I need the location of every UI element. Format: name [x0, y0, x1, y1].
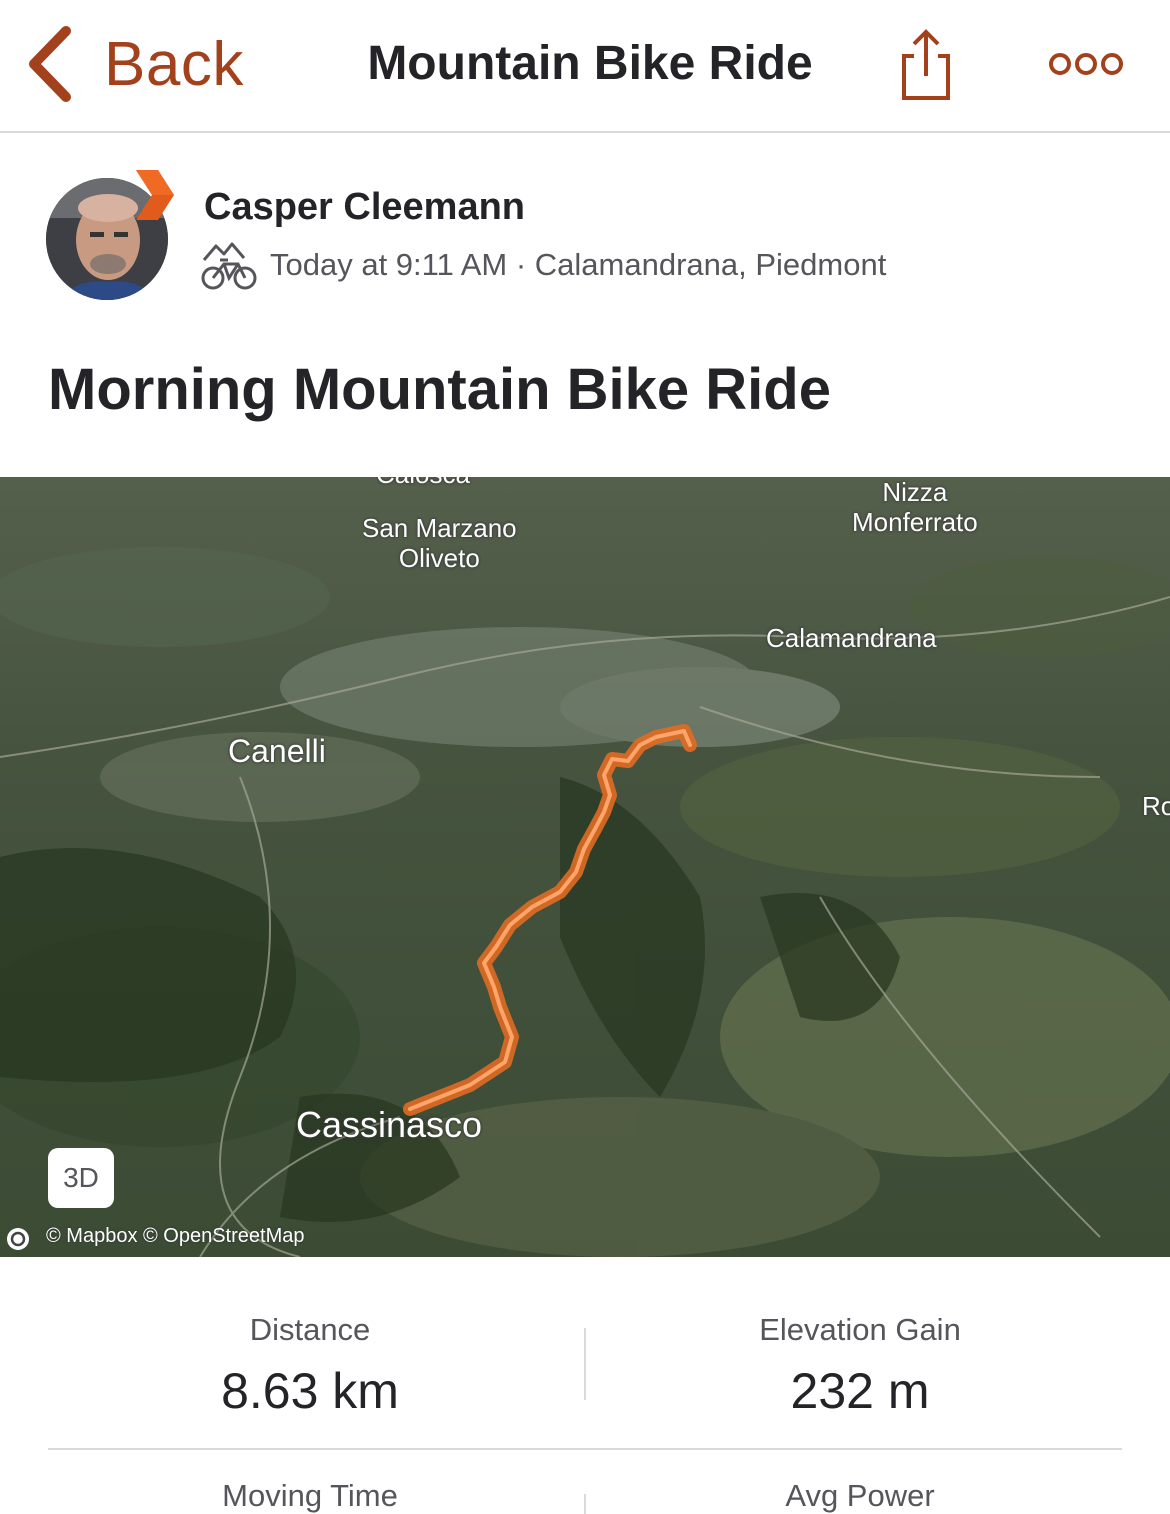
back-label: Back — [104, 29, 244, 99]
stat-label-distance: Distance — [249, 1312, 371, 1347]
map-label-edge: Ro — [1142, 791, 1170, 821]
nav-bar: Back Mountain Bike Ride — [0, 0, 1170, 133]
chevron-left-icon — [29, 26, 71, 102]
mountain-bike-icon — [201, 242, 257, 290]
stat-value-distance: 8.63 km — [221, 1363, 399, 1419]
stat-divider — [584, 1328, 586, 1400]
map-label-calosso: Calosca — [376, 477, 470, 489]
satellite-terrain — [0, 477, 1170, 1257]
activity-title: Morning Mountain Bike Ride — [48, 357, 831, 422]
stat-value-elevation: 232 m — [790, 1363, 930, 1419]
stat-label-moving-time: Moving Time — [222, 1478, 398, 1513]
back-button[interactable]: Back — [24, 22, 244, 106]
stat-label-avg-power: Avg Power — [785, 1478, 935, 1513]
3d-toggle-button[interactable]: 3D — [48, 1148, 114, 1208]
share-icon[interactable] — [894, 26, 958, 104]
activity-meta: Today at 9:11 AM · Calamandrana, Piedmon… — [270, 247, 887, 282]
athlete-name[interactable]: Casper Cleemann — [204, 186, 525, 229]
map-label-nizza: Nizza Monferrato — [852, 477, 978, 537]
stats-row-divider — [48, 1448, 1122, 1450]
map-label-canelli: Canelli — [228, 733, 326, 769]
map-label-cassinasco: Cassinasco — [296, 1104, 483, 1145]
more-dots-icon[interactable] — [1046, 46, 1126, 82]
map-label-calamandrana: Calamandrana — [766, 623, 937, 653]
route-map[interactable]: Calosca San Marzano Oliveto Nizza Monfer… — [0, 477, 1170, 1257]
stat-divider-2 — [584, 1494, 586, 1514]
mapbox-logo-icon[interactable] — [6, 1227, 30, 1251]
map-label-san-marzano: San Marzano Oliveto — [362, 513, 517, 573]
stat-label-elevation: Elevation Gain — [759, 1312, 961, 1347]
map-attribution[interactable]: © Mapbox © OpenStreetMap — [46, 1225, 305, 1248]
page-title: Mountain Bike Ride — [367, 37, 813, 90]
subscriber-badge-icon — [136, 170, 174, 220]
